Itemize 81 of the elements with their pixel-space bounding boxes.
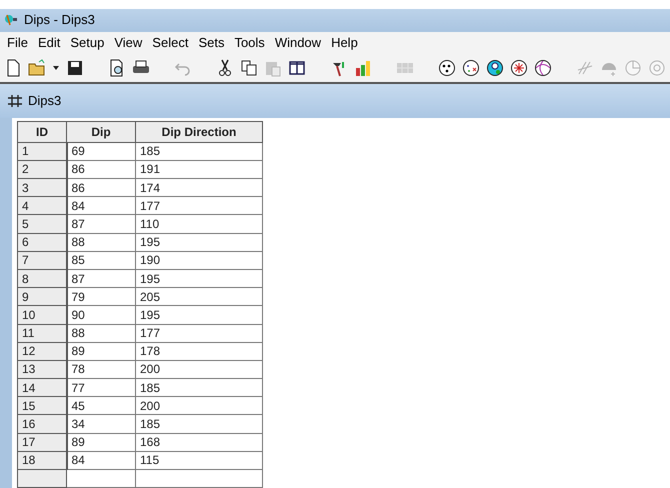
row-header: 10 bbox=[18, 306, 66, 324]
table-cell: 45 bbox=[66, 396, 136, 415]
table-cell: 115 bbox=[136, 451, 262, 470]
child-window-title: Dips3 bbox=[28, 92, 62, 110]
menu-item[interactable]: Window bbox=[270, 33, 326, 53]
table-cell: 89 bbox=[66, 342, 136, 360]
table-cell: 195 bbox=[136, 306, 262, 324]
row-header: 14 bbox=[18, 378, 66, 397]
table-cell: 185 bbox=[136, 414, 262, 434]
row-header: 11 bbox=[18, 324, 66, 342]
table-cell: 77 bbox=[66, 378, 136, 397]
table-cell: 110 bbox=[136, 214, 262, 234]
app-logo-icon bbox=[4, 13, 18, 28]
table-cell: 200 bbox=[136, 360, 262, 379]
menu-item[interactable]: Sets bbox=[193, 33, 230, 53]
row-header: 8 bbox=[18, 269, 66, 288]
table-cell: 174 bbox=[136, 178, 262, 197]
row-header: 18 bbox=[18, 451, 66, 470]
table-cell: 191 bbox=[136, 160, 262, 178]
row-header: 6 bbox=[18, 233, 66, 252]
table-cell: 86 bbox=[66, 178, 136, 197]
table-cell: 190 bbox=[136, 251, 262, 270]
table-cell: 78 bbox=[66, 360, 136, 379]
planes-icon[interactable] bbox=[534, 59, 552, 78]
table-cell: 178 bbox=[136, 342, 262, 360]
grid-icon bbox=[8, 94, 22, 107]
table-cell: 84 bbox=[66, 451, 136, 470]
menu-item[interactable]: Setup bbox=[65, 33, 110, 53]
copy-icon[interactable] bbox=[240, 59, 258, 78]
cut-icon[interactable] bbox=[216, 59, 234, 78]
table-cell: 84 bbox=[66, 196, 136, 215]
save-icon[interactable] bbox=[66, 59, 84, 78]
row-header: 17 bbox=[18, 433, 66, 452]
contour-plot-icon[interactable] bbox=[486, 59, 504, 78]
table-cell: 79 bbox=[66, 288, 136, 306]
table-cell: 87 bbox=[66, 269, 136, 288]
row-header: 13 bbox=[18, 360, 66, 379]
table-cell: 34 bbox=[66, 414, 136, 434]
table-cell: 90 bbox=[66, 306, 136, 324]
row-header: 3 bbox=[18, 178, 66, 197]
table-cell: 168 bbox=[136, 433, 262, 452]
rosette-icon[interactable] bbox=[510, 59, 528, 78]
table-cell: 195 bbox=[136, 269, 262, 288]
pole-plot-icon[interactable] bbox=[438, 59, 456, 78]
row-header: 15 bbox=[18, 396, 66, 415]
menu-item[interactable]: Edit bbox=[32, 33, 66, 53]
table-cell: 86 bbox=[66, 160, 136, 178]
columns-icon[interactable] bbox=[288, 59, 306, 78]
menu-item[interactable]: Help bbox=[326, 33, 363, 53]
chart-icon[interactable] bbox=[354, 59, 372, 78]
table-cell: 89 bbox=[66, 433, 136, 452]
row-header: 7 bbox=[18, 251, 66, 270]
table-cell: 185 bbox=[136, 142, 262, 160]
column-header[interactable]: Dip bbox=[66, 121, 136, 142]
table-cell: 85 bbox=[66, 251, 136, 270]
menu-item[interactable]: View bbox=[109, 33, 148, 53]
table-cell: 87 bbox=[66, 214, 136, 234]
row-header: 12 bbox=[18, 342, 66, 360]
table-cell: 195 bbox=[136, 233, 262, 252]
menu-item[interactable]: Select bbox=[147, 33, 194, 53]
table-cell: 185 bbox=[136, 378, 262, 397]
column-header[interactable]: ID bbox=[18, 121, 66, 142]
row-header: 2 bbox=[18, 160, 66, 178]
menu-item[interactable]: Tools bbox=[229, 33, 270, 53]
row-header: 4 bbox=[18, 196, 66, 215]
table-cell: 177 bbox=[136, 196, 262, 215]
scatter-plot-icon[interactable] bbox=[462, 59, 480, 78]
row-header: 16 bbox=[18, 414, 66, 434]
window-title: Dips - Dips3 bbox=[24, 11, 95, 30]
menu-item[interactable]: File bbox=[2, 33, 33, 53]
table-cell: 69 bbox=[66, 142, 136, 160]
table-cell: 200 bbox=[136, 396, 262, 415]
row-header: 9 bbox=[18, 288, 66, 306]
table-cell: 88 bbox=[66, 233, 136, 252]
open-folder-icon[interactable] bbox=[28, 59, 46, 78]
column-header[interactable]: Dip Direction bbox=[136, 121, 262, 142]
table-cell: 177 bbox=[136, 324, 262, 342]
row-header: 5 bbox=[18, 214, 66, 234]
table-cell: 205 bbox=[136, 288, 262, 306]
table-cell: 88 bbox=[66, 324, 136, 342]
row-header: 1 bbox=[18, 142, 66, 160]
